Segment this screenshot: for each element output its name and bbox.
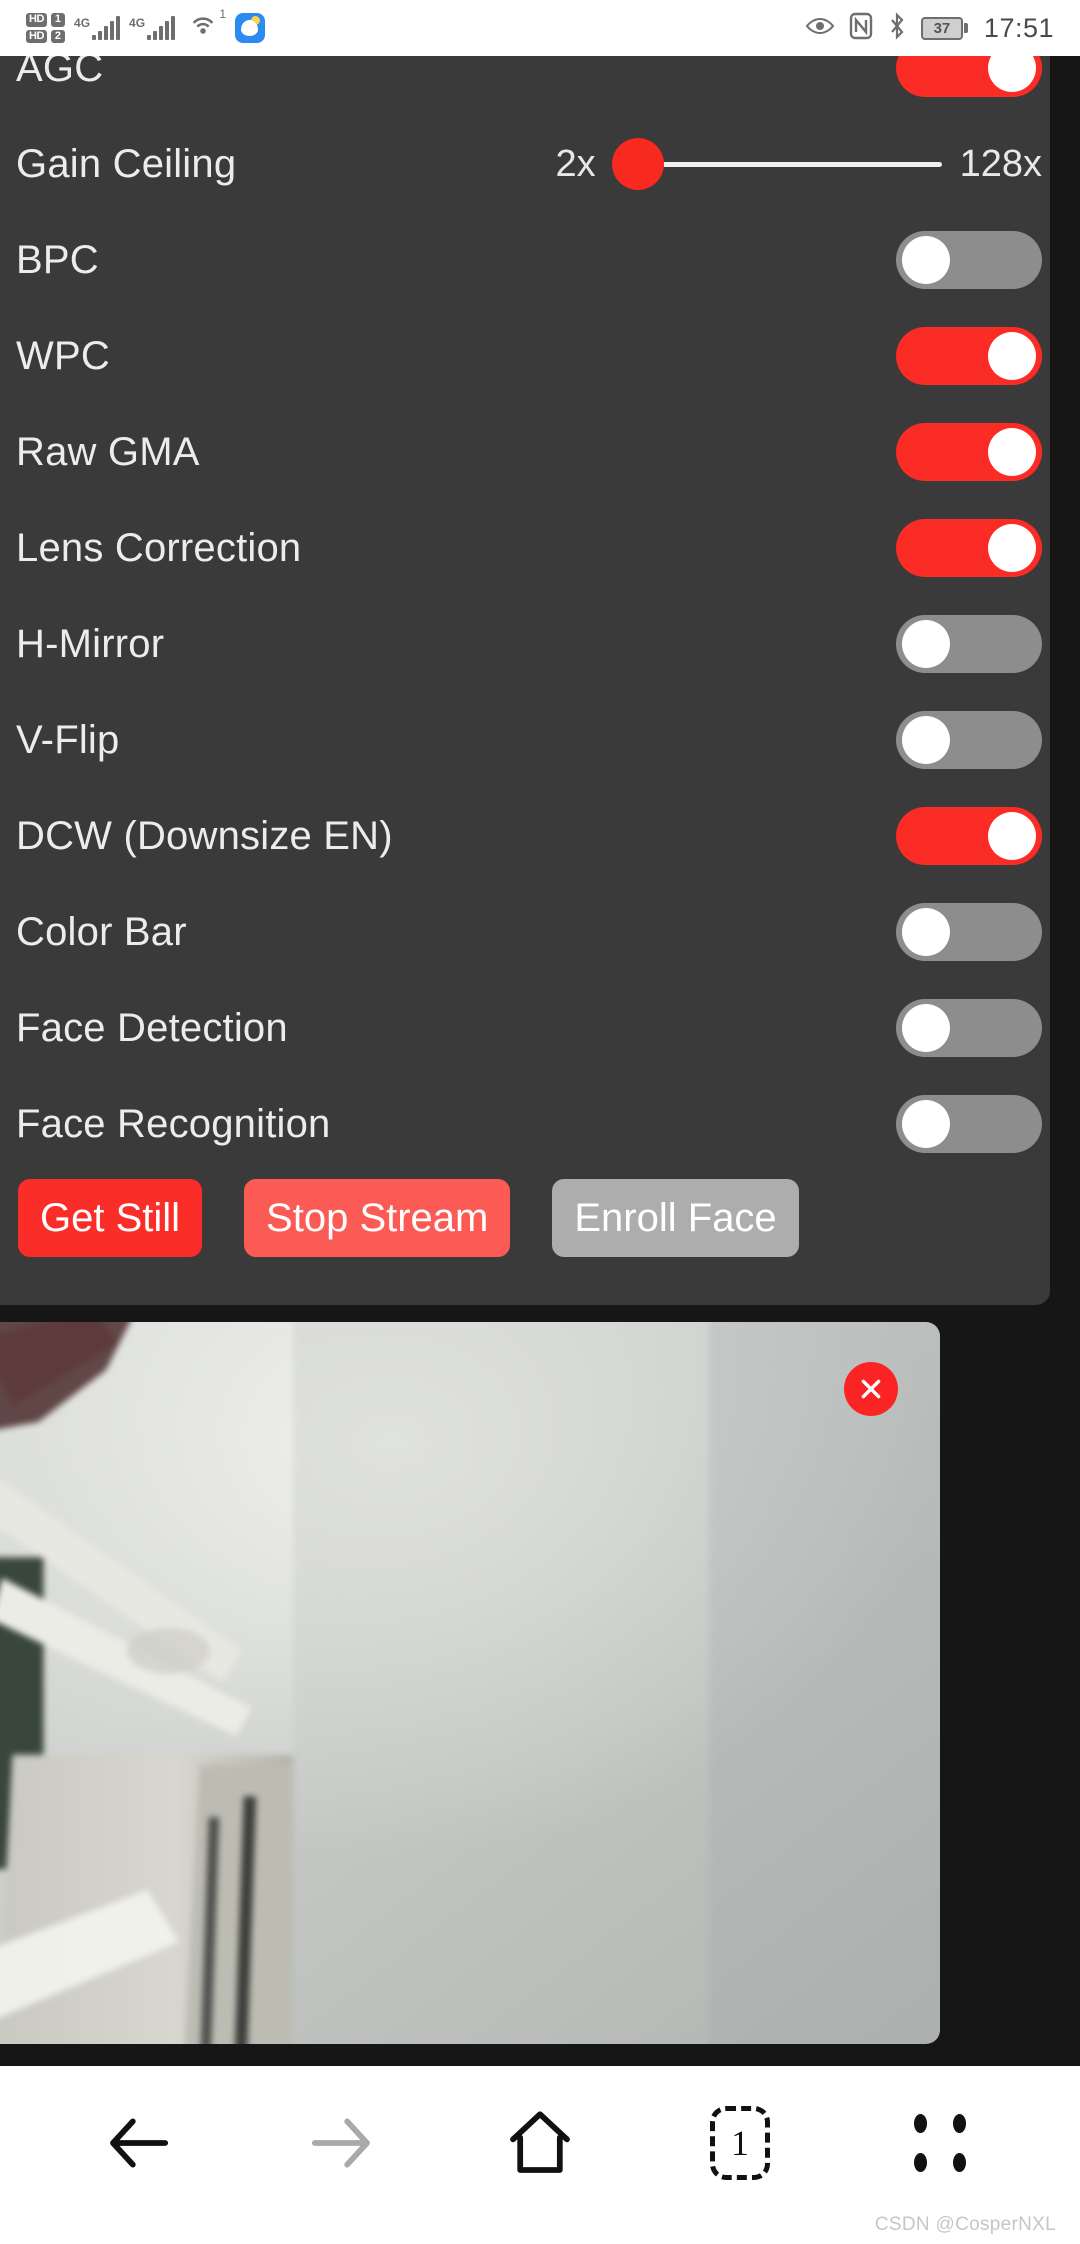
- get-still-button[interactable]: Get Still: [18, 1179, 203, 1257]
- setting-control[interactable]: [896, 615, 1042, 673]
- setting-row-v-flip[interactable]: V-Flip: [8, 692, 1042, 788]
- watermark: CSDN @CosperNXL: [874, 2214, 1056, 2235]
- status-bar-right: 37 17:51: [805, 11, 1054, 45]
- status-bar-clock: 17:51: [983, 12, 1054, 43]
- setting-control[interactable]: [896, 711, 1042, 769]
- hd-badge-icon: HD: [26, 12, 47, 27]
- stop-stream-button[interactable]: Stop Stream: [244, 1179, 511, 1257]
- toggle-bpc[interactable]: [896, 231, 1042, 289]
- setting-label-gain-ceiling: Gain Ceiling: [16, 141, 237, 186]
- slider-track[interactable]: [659, 161, 942, 167]
- setting-label-raw-gma: Raw GMA: [16, 429, 200, 474]
- setting-row-agc[interactable]: AGC: [8, 56, 1042, 116]
- battery-icon: 37: [920, 16, 968, 40]
- gain-ceiling-slider[interactable]: 2x 128x: [555, 138, 1042, 190]
- forward-arrow-icon: [275, 2088, 405, 2198]
- slider-thumb[interactable]: [611, 138, 664, 190]
- setting-label-bpc: BPC: [16, 237, 99, 282]
- tab-count: 1: [710, 2106, 770, 2180]
- slider-body[interactable]: [611, 138, 942, 190]
- setting-control[interactable]: [896, 519, 1042, 577]
- setting-label-face-detection: Face Detection: [16, 1005, 288, 1050]
- toggle-face-recognition[interactable]: [896, 1095, 1042, 1153]
- tabs-icon[interactable]: 1: [675, 2088, 805, 2198]
- action-button-row: Get Still Stop Stream Enroll Face: [0, 1179, 1050, 1257]
- battery-percent: 37: [920, 16, 963, 40]
- signal-bars-icon: [147, 16, 176, 40]
- setting-control[interactable]: [896, 807, 1042, 865]
- hotspot-count: 1: [219, 6, 227, 21]
- setting-row-bpc[interactable]: BPC: [8, 212, 1042, 308]
- setting-label-v-flip: V-Flip: [16, 717, 120, 762]
- slider-min-label: 2x: [555, 142, 596, 185]
- setting-row-dcw[interactable]: DCW (Downsize EN): [8, 788, 1042, 884]
- enroll-face-button[interactable]: Enroll Face: [552, 1179, 799, 1257]
- signal-strength-2-icon: 4G: [129, 16, 176, 40]
- back-arrow-icon[interactable]: [75, 2088, 205, 2198]
- camera-stream: [0, 1322, 940, 2044]
- toggle-raw-gma[interactable]: [896, 423, 1042, 481]
- dual-sim-indicator: HD 1 HD 2: [26, 12, 66, 44]
- more-menu-icon[interactable]: [875, 2088, 1005, 2198]
- status-bar: HD 1 HD 2 4G 4G 1 37 17:51: [0, 0, 1080, 56]
- hotspot-icon: 1: [188, 7, 226, 46]
- toggle-wpc[interactable]: [896, 327, 1042, 385]
- setting-label-face-recognition: Face Recognition: [16, 1101, 331, 1146]
- toggle-v-flip[interactable]: [896, 711, 1042, 769]
- slider-max-label: 128x: [959, 142, 1042, 185]
- setting-row-color-bar[interactable]: Color Bar: [8, 884, 1042, 980]
- settings-rows: AGC Gain Ceiling 2x 128x BPC WPC Raw GMA…: [0, 56, 1050, 1172]
- eye-icon: [805, 14, 835, 43]
- toggle-agc[interactable]: [896, 56, 1042, 97]
- setting-control[interactable]: [896, 1095, 1042, 1153]
- setting-control[interactable]: [896, 903, 1042, 961]
- toggle-h-mirror[interactable]: [896, 615, 1042, 673]
- network-type-2-label: 4G: [129, 16, 146, 30]
- weather-app-icon: [235, 13, 266, 43]
- setting-label-agc: AGC: [16, 56, 104, 90]
- setting-label-dcw: DCW (Downsize EN): [16, 813, 393, 858]
- toggle-dcw[interactable]: [896, 807, 1042, 865]
- setting-control[interactable]: [896, 231, 1042, 289]
- sim-1-number: 1: [50, 12, 66, 27]
- camera-settings-panel: AGC Gain Ceiling 2x 128x BPC WPC Raw GMA…: [0, 56, 1050, 1305]
- four-dots-glyph: [914, 2114, 966, 2172]
- setting-label-lens-correction: Lens Correction: [16, 525, 302, 570]
- setting-row-wpc[interactable]: WPC: [8, 308, 1042, 404]
- network-type-1-label: 4G: [74, 16, 91, 30]
- setting-row-raw-gma[interactable]: Raw GMA: [8, 404, 1042, 500]
- setting-control[interactable]: [896, 423, 1042, 481]
- toggle-lens-correction[interactable]: [896, 519, 1042, 577]
- setting-control[interactable]: [896, 327, 1042, 385]
- status-bar-left: HD 1 HD 2 4G 4G 1: [26, 7, 266, 46]
- camera-stream-image: [0, 1322, 940, 2044]
- hd-badge-icon: HD: [26, 29, 47, 44]
- setting-control[interactable]: [896, 56, 1042, 97]
- sim-1-indicator: HD 1: [26, 12, 66, 27]
- setting-label-wpc: WPC: [16, 333, 110, 378]
- bluetooth-icon: [887, 11, 907, 45]
- toggle-face-detection[interactable]: [896, 999, 1042, 1057]
- nfc-icon: [849, 12, 873, 45]
- setting-row-gain-ceiling[interactable]: Gain Ceiling 2x 128x: [8, 116, 1042, 212]
- setting-label-h-mirror: H-Mirror: [16, 621, 165, 666]
- signal-strength-1-icon: 4G: [74, 16, 121, 40]
- home-icon[interactable]: [475, 2088, 605, 2198]
- setting-row-h-mirror[interactable]: H-Mirror: [8, 596, 1042, 692]
- setting-row-lens-correction[interactable]: Lens Correction: [8, 500, 1042, 596]
- phone-screen: HD 1 HD 2 4G 4G 1 37 17:51 AGC Gain Ceil…: [0, 0, 1080, 2244]
- toggle-color-bar[interactable]: [896, 903, 1042, 961]
- setting-row-face-recognition[interactable]: Face Recognition: [8, 1076, 1042, 1172]
- setting-row-face-detection[interactable]: Face Detection: [8, 980, 1042, 1076]
- setting-label-color-bar: Color Bar: [16, 909, 187, 954]
- close-icon[interactable]: [844, 1362, 898, 1416]
- setting-control[interactable]: [896, 999, 1042, 1057]
- sim-2-number: 2: [50, 29, 66, 44]
- setting-control[interactable]: 2x 128x: [555, 138, 1042, 190]
- signal-bars-icon: [92, 16, 121, 40]
- browser-nav-bar: 1 CSDN @CosperNXL: [0, 2066, 1080, 2244]
- sim-2-indicator: HD 2: [26, 29, 66, 44]
